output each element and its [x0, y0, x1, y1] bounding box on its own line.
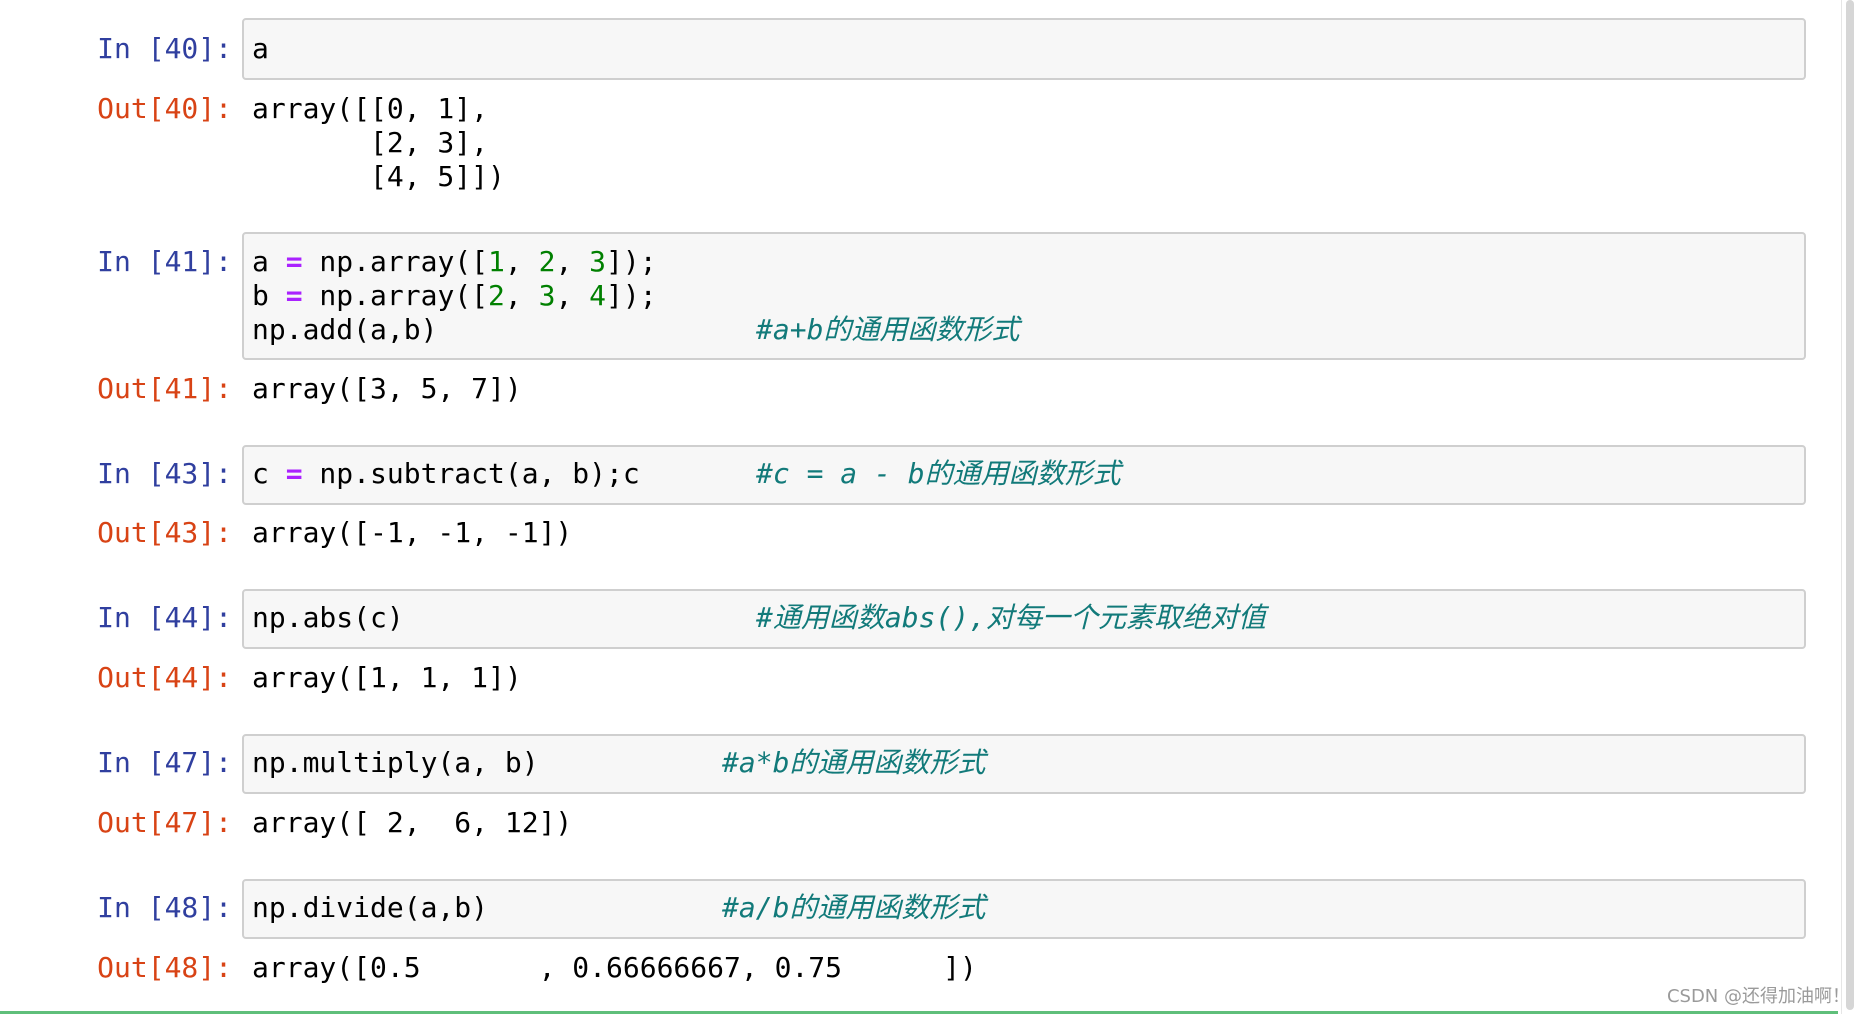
code-token: a: [252, 245, 286, 278]
out-prompt-40: Out[40]:: [97, 92, 232, 125]
code-comment: #c = a - b的通用函数形式: [756, 457, 1121, 490]
out-prompt-44: Out[44]:: [97, 661, 232, 694]
code-comment: #通用函数abs(),对每一个元素取绝对值: [756, 601, 1267, 634]
operator-token: =: [285, 279, 303, 312]
code-token: np.array([: [302, 245, 489, 278]
output-line: array([1, 1, 1]): [252, 661, 522, 694]
vertical-scrollbar[interactable]: [1841, 0, 1858, 1014]
out-prompt-47: Out[47]:: [97, 806, 232, 839]
code-token: ,: [504, 245, 539, 278]
code-token: np.array([: [302, 279, 489, 312]
code-line: a: [252, 32, 269, 65]
number-token: 2: [538, 245, 556, 278]
code-token: ,: [504, 279, 539, 312]
code-token: c: [252, 457, 286, 490]
code-cell-40[interactable]: [242, 18, 1806, 80]
out-prompt-48: Out[48]:: [97, 951, 232, 984]
number-token: 3: [538, 279, 556, 312]
code-token: ]);: [606, 279, 657, 312]
output-line: [4, 5]]): [252, 160, 505, 193]
in-prompt-44: In [44]:: [97, 601, 232, 634]
operator-token: =: [285, 457, 303, 490]
number-token: 2: [488, 279, 505, 312]
output-line: [2, 3],: [252, 126, 489, 159]
code-line: np.add(a,b): [252, 313, 438, 346]
code-comment: #a*b的通用函数形式: [722, 746, 986, 779]
notebook: In [40]: a Out[40]: array([[0, 1], [2, 3…: [0, 0, 1858, 1014]
number-token: 4: [589, 279, 607, 312]
code-token: ,: [555, 279, 590, 312]
code-token: ]);: [606, 245, 657, 278]
in-prompt-40: In [40]:: [97, 32, 232, 65]
number-token: 1: [488, 245, 505, 278]
code-line: np.divide(a,b): [252, 891, 489, 924]
watermark: CSDN @还得加油啊！: [1666, 986, 1850, 1007]
scrollbar-thumb[interactable]: [1846, 0, 1854, 1010]
code-line: b = np.array([2, 3, 4]);: [252, 279, 657, 313]
code-comment: #a/b的通用函数形式: [722, 891, 986, 924]
code-line: np.abs(c): [252, 601, 404, 634]
number-token: 3: [589, 245, 607, 278]
in-prompt-43: In [43]:: [97, 457, 232, 490]
code-comment: #a+b的通用函数形式: [756, 313, 1020, 346]
code-line: c = np.subtract(a, b);c: [252, 457, 640, 491]
in-prompt-41: In [41]:: [97, 245, 232, 278]
output-line: array([3, 5, 7]): [252, 372, 522, 405]
code-token: b: [252, 279, 286, 312]
output-line: array([[0, 1],: [252, 92, 489, 125]
code-line: np.multiply(a, b): [252, 746, 539, 779]
code-token: ,: [555, 245, 590, 278]
in-prompt-47: In [47]:: [97, 746, 232, 779]
in-prompt-48: In [48]:: [97, 891, 232, 924]
out-prompt-43: Out[43]:: [97, 516, 232, 549]
output-line: array([0.5 , 0.66666667, 0.75 ]): [252, 951, 977, 984]
code-token: np.subtract(a, b);c: [302, 457, 640, 490]
code-line: a = np.array([1, 2, 3]);: [252, 245, 657, 279]
operator-token: =: [285, 245, 303, 278]
output-line: array([-1, -1, -1]): [252, 516, 573, 549]
out-prompt-41: Out[41]:: [97, 372, 232, 405]
output-line: array([ 2, 6, 12]): [252, 806, 573, 839]
